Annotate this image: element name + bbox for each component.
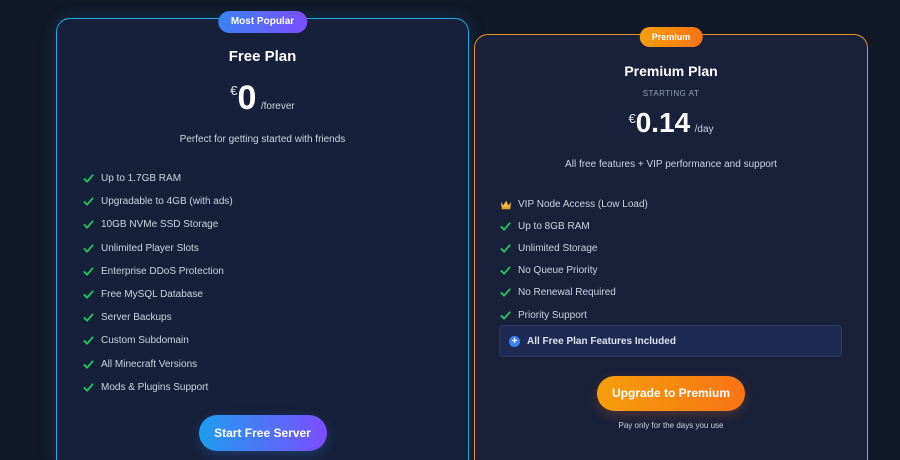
check-icon (83, 383, 94, 392)
free-feature-list: Up to 1.7GB RAM Upgradable to 4GB (with … (83, 167, 233, 399)
check-icon (500, 288, 511, 297)
free-plan-price: €0 /forever (57, 79, 468, 118)
premium-feature-list: VIP Node Access (Low Load) Up to 8GB RAM… (500, 193, 648, 326)
starting-at-label: STARTING AT (642, 89, 700, 98)
upgrade-to-premium-button[interactable]: Upgrade to Premium (597, 376, 745, 411)
free-plan-card: Most Popular Free Plan €0 /forever Perfe… (56, 11, 469, 460)
feature-label: 10GB NVMe SSD Storage (101, 219, 219, 231)
check-icon (500, 266, 511, 275)
feature-label: Up to 1.7GB RAM (101, 173, 182, 185)
feature-label: Up to 8GB RAM (518, 220, 590, 232)
feature-item: All Minecraft Versions (83, 353, 233, 376)
check-icon (500, 244, 511, 253)
feature-label: Unlimited Storage (518, 242, 598, 254)
feature-item: Enterprise DDoS Protection (83, 260, 233, 283)
feature-item: Server Backups (83, 306, 233, 329)
check-icon (83, 313, 94, 322)
feature-item: 10GB NVMe SSD Storage (83, 213, 233, 236)
feature-label: VIP Node Access (Low Load) (518, 198, 648, 210)
most-popular-badge: Most Popular (217, 11, 308, 33)
check-icon (500, 222, 511, 231)
check-icon (83, 359, 94, 369)
check-icon (83, 244, 94, 253)
feature-label: All Minecraft Versions (101, 358, 198, 370)
feature-item: Up to 8GB RAM (500, 215, 648, 237)
feature-label: No Renewal Required (518, 287, 616, 299)
check-icon (83, 220, 94, 230)
price-period: /forever (260, 101, 295, 112)
premium-footnote: Pay only for the days you use (618, 421, 724, 430)
feature-item: Mods & Plugins Support (83, 376, 233, 399)
price-amount: 0.14 (635, 107, 691, 138)
check-icon (83, 174, 94, 183)
check-icon (500, 310, 511, 320)
feature-item: Upgradable to 4GB (with ads) (83, 190, 233, 213)
feature-label: Server Backups (101, 312, 172, 324)
feature-label: No Queue Priority (518, 265, 598, 277)
feature-item: Up to 1.7GB RAM (83, 167, 233, 190)
premium-plan-price: €0.14 /day (475, 107, 867, 139)
premium-badge: Premium (639, 27, 703, 47)
start-free-server-button[interactable]: Start Free Server (198, 415, 327, 451)
included-label: All Free Plan Features Included (527, 335, 676, 347)
feature-item: Unlimited Player Slots (83, 237, 233, 260)
price-amount: 0 (237, 79, 257, 117)
price-period: /day (694, 124, 714, 135)
feature-item: No Queue Priority (500, 260, 648, 282)
currency-symbol: € (628, 111, 636, 126)
feature-label: Priority Support (518, 309, 587, 321)
premium-plan-title: Premium Plan (624, 63, 718, 79)
feature-label: Upgradable to 4GB (with ads) (101, 196, 233, 208)
free-features-included-box[interactable]: + All Free Plan Features Included (499, 325, 842, 357)
check-icon (83, 290, 94, 299)
feature-label: Unlimited Player Slots (101, 242, 199, 254)
check-icon (83, 197, 94, 206)
currency-symbol: € (230, 83, 238, 98)
premium-plan-description: All free features + VIP performance and … (565, 159, 777, 170)
check-icon (83, 267, 94, 276)
free-plan-description: Perfect for getting started with friends (179, 134, 346, 145)
feature-item: Free MySQL Database (83, 283, 233, 306)
feature-item: Custom Subdomain (83, 329, 233, 352)
free-plan-title: Free Plan (228, 48, 297, 65)
feature-item: Unlimited Storage (500, 237, 648, 259)
feature-item: No Renewal Required (500, 282, 648, 304)
premium-plan-card: Premium Premium Plan STARTING AT €0.14 /… (474, 27, 868, 460)
crown-icon (500, 200, 512, 209)
check-icon (83, 336, 94, 346)
feature-label: Custom Subdomain (101, 335, 189, 347)
feature-item: VIP Node Access (Low Load) (500, 193, 648, 215)
feature-label: Enterprise DDoS Protection (101, 265, 224, 277)
plus-circle-icon: + (509, 335, 520, 347)
feature-label: Mods & Plugins Support (101, 381, 209, 393)
feature-label: Free MySQL Database (101, 289, 203, 301)
feature-item: Priority Support (500, 304, 648, 326)
